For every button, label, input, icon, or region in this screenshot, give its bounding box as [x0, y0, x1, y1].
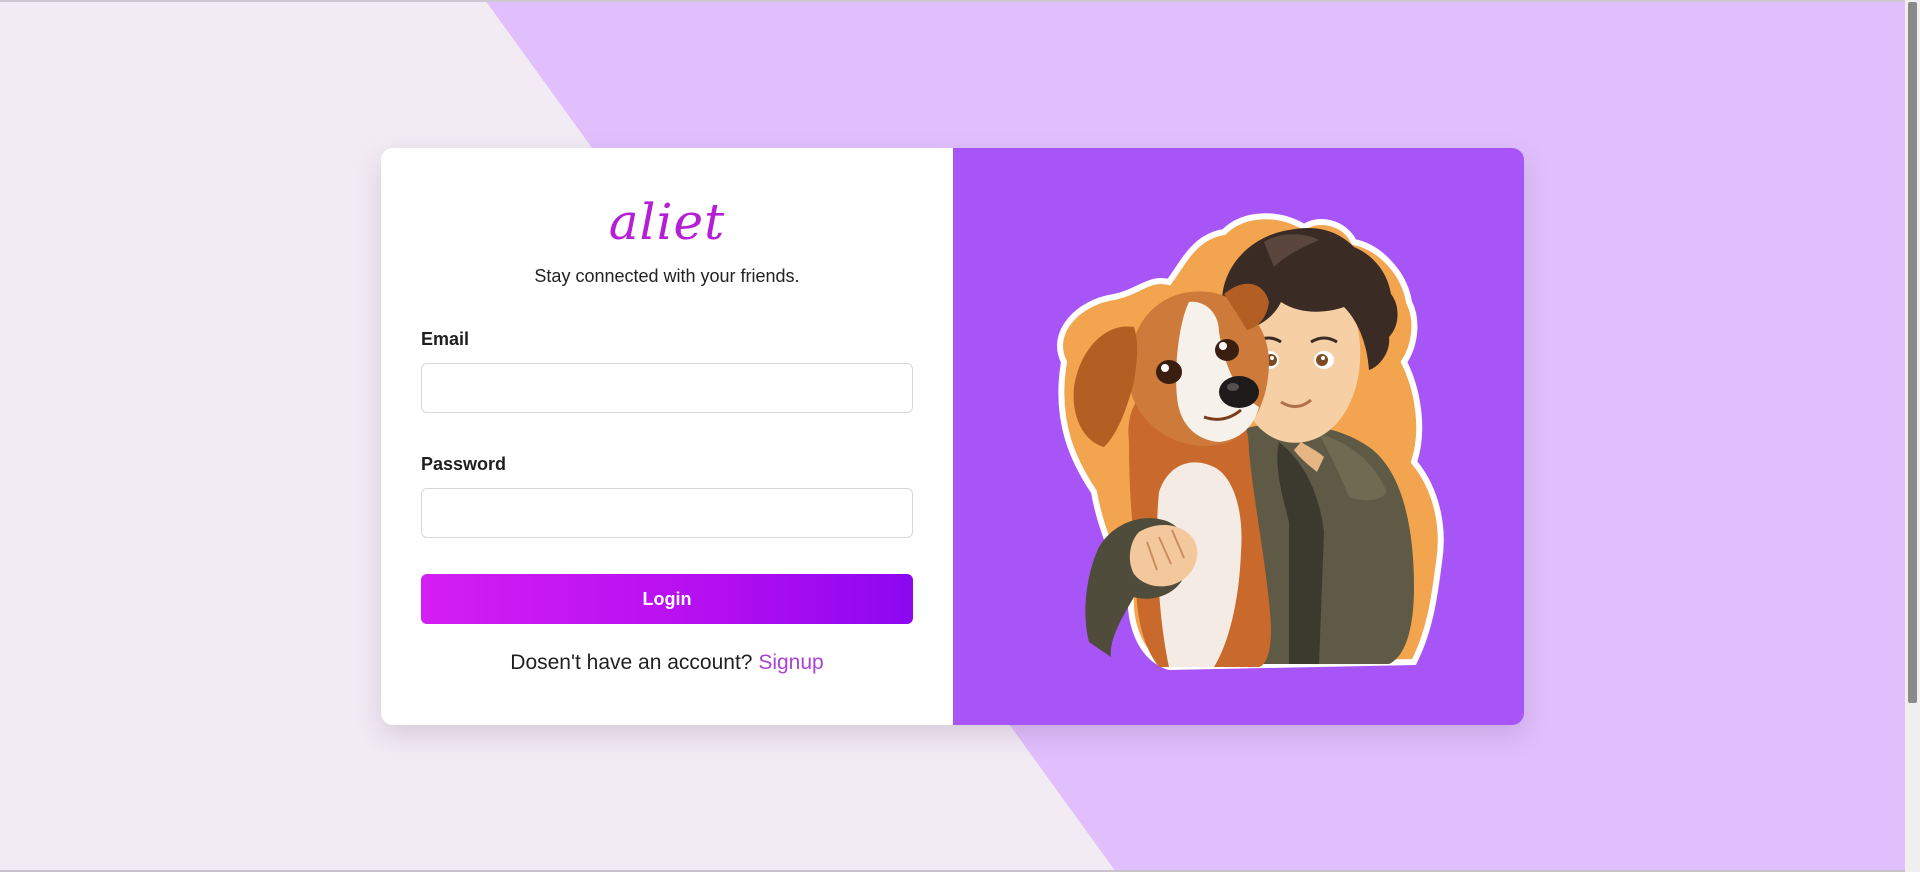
tagline: Stay connected with your friends. [534, 266, 800, 286]
boy-hugging-dog-illustration [1057, 213, 1444, 671]
scrollbar-thumb[interactable] [1908, 2, 1917, 703]
email-label: Email [421, 329, 470, 349]
signup-prompt: Dosen't have an account? [510, 651, 753, 674]
app-logo: aliet [608, 193, 726, 251]
vertical-scrollbar[interactable] [1905, 0, 1920, 872]
password-field[interactable] [421, 488, 913, 538]
illustration-panel [953, 148, 1524, 725]
login-form-panel: aliet Stay connected with your friends. … [381, 148, 953, 725]
login-card: aliet Stay connected with your friends. … [381, 148, 1524, 725]
login-page: aliet Stay connected with your friends. … [0, 0, 1920, 872]
password-label: Password [421, 454, 507, 474]
login-button[interactable]: Login [421, 574, 913, 624]
window-top-border [0, 0, 1920, 2]
signup-row: Dosen't have an account? Signup [381, 651, 953, 675]
email-field[interactable] [421, 363, 913, 413]
signup-link[interactable]: Signup [758, 651, 823, 674]
